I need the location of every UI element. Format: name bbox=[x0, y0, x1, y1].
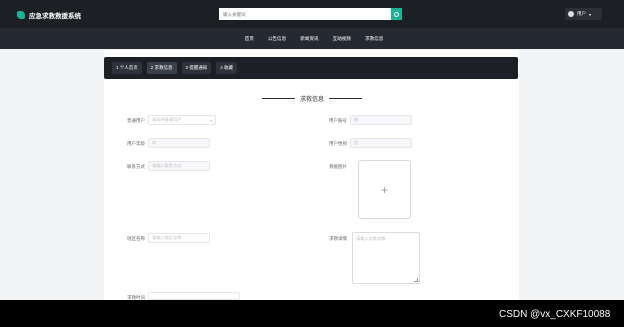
location-field[interactable]: 请输入地区名称 bbox=[148, 233, 210, 243]
leaf-logo-icon bbox=[17, 11, 25, 19]
details-textarea[interactable]: 请输入求救详情 bbox=[352, 232, 420, 284]
nav-videos[interactable]: 互助视频 bbox=[333, 36, 351, 42]
divider-left bbox=[262, 97, 295, 99]
details-placeholder: 请输入求救详情 bbox=[356, 236, 386, 241]
watermark-text: CSDN @vx_CXKF10088 bbox=[499, 309, 611, 320]
user-name: 用户 bbox=[577, 11, 586, 16]
contact-label: 联系方式 bbox=[127, 164, 145, 169]
user-gender-label: 用户性别 bbox=[329, 141, 347, 146]
chevron-down-icon: ▾ bbox=[589, 11, 592, 17]
content-panel bbox=[104, 50, 519, 300]
nav-rescue-info[interactable]: 求救信息 bbox=[365, 36, 383, 42]
profile-tabs: 1 个人首页 2 求救信息 3 提醒通知 4 收藏 bbox=[104, 57, 518, 79]
user-account-placeholder: 账 bbox=[354, 117, 359, 122]
app-logo[interactable]: 应急求救救援系统 bbox=[17, 10, 81, 20]
user-gender-placeholder: 性 bbox=[354, 140, 359, 145]
resize-handle-icon[interactable] bbox=[414, 278, 418, 282]
chevron-down-icon: ▾ bbox=[209, 118, 212, 123]
search-bar bbox=[219, 8, 402, 20]
user-select-placeholder: 请选择普通用户 bbox=[152, 117, 182, 122]
user-select[interactable]: 请选择普通用户 ▾ bbox=[148, 115, 216, 125]
search-button[interactable] bbox=[391, 8, 402, 20]
search-icon bbox=[394, 11, 399, 17]
user-select-label: 普通用户 bbox=[127, 118, 145, 123]
section-title: 求救信息 bbox=[300, 96, 325, 103]
avatar bbox=[568, 11, 574, 17]
user-gender-field[interactable]: 性 bbox=[350, 138, 412, 148]
user-age-placeholder: 年 bbox=[152, 140, 157, 145]
main-nav: 首页 公告信息 新闻资讯 互助视频 求救信息 bbox=[0, 28, 624, 49]
user-account-label: 用户账号 bbox=[329, 118, 347, 123]
plus-icon: + bbox=[380, 182, 388, 197]
user-menu[interactable]: 用户 ▾ bbox=[565, 8, 602, 20]
tab-favorites[interactable]: 4 收藏 bbox=[216, 62, 238, 74]
nav-home[interactable]: 首页 bbox=[245, 36, 254, 42]
tab-rescue-info[interactable]: 2 求救信息 bbox=[146, 62, 177, 74]
user-age-label: 用户年龄 bbox=[127, 141, 145, 146]
app-title: 应急求救救援系统 bbox=[29, 13, 81, 20]
location-placeholder: 请输入地区名称 bbox=[152, 235, 182, 240]
details-label: 求救详情 bbox=[329, 236, 347, 241]
image-upload[interactable]: + bbox=[358, 160, 411, 219]
contact-placeholder: 请输入联系方式 bbox=[152, 163, 182, 168]
section-heading: 求救信息 bbox=[262, 93, 363, 103]
search-input[interactable] bbox=[219, 8, 391, 20]
rescue-time-field[interactable] bbox=[148, 292, 240, 300]
rescue-image-label: 救援图片 bbox=[329, 164, 347, 169]
location-label: 地区名称 bbox=[127, 236, 145, 241]
tab-personal-home[interactable]: 1 个人首页 bbox=[112, 62, 142, 74]
contact-field[interactable]: 请输入联系方式 bbox=[148, 161, 210, 171]
tab-notifications[interactable]: 3 提醒通知 bbox=[181, 62, 212, 74]
divider-right bbox=[329, 97, 363, 99]
nav-news[interactable]: 新闻资讯 bbox=[300, 36, 318, 42]
user-account-field[interactable]: 账 bbox=[350, 115, 412, 125]
top-header: 应急求救救援系统 用户 ▾ bbox=[0, 0, 624, 28]
user-age-field[interactable]: 年 bbox=[148, 138, 210, 148]
nav-notices[interactable]: 公告信息 bbox=[268, 36, 286, 42]
